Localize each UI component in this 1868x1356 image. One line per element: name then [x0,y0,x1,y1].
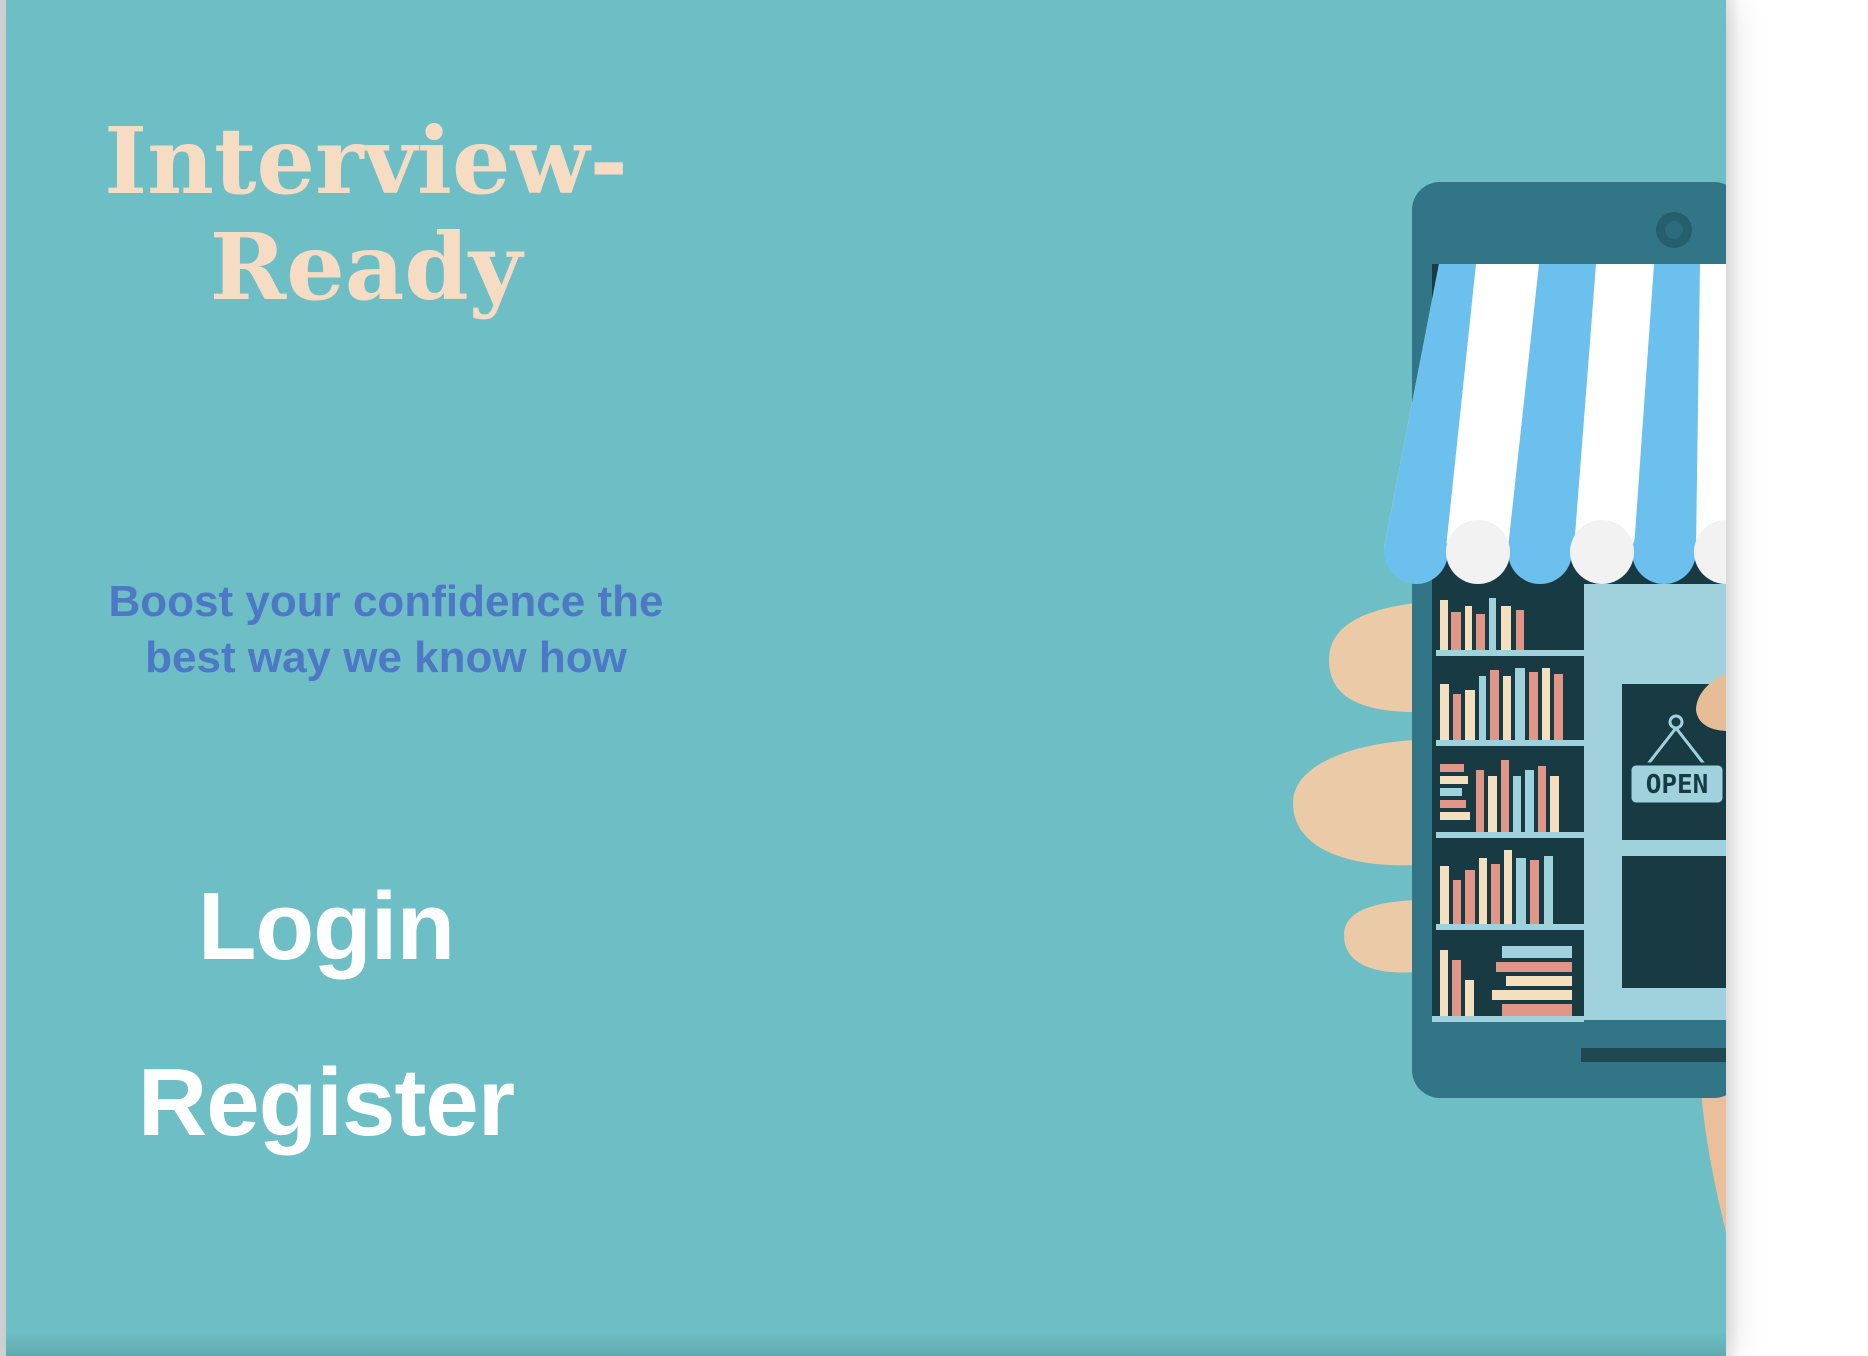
register-link[interactable]: Register [46,1048,606,1158]
fingers [1293,603,1416,973]
phone-home-bar [1581,1048,1726,1062]
awning-icon [1384,264,1726,584]
app-title: Interview- Ready [104,107,628,321]
open-sign-text: OPEN [1646,770,1709,800]
hand-lower [1701,1085,1726,1232]
login-link[interactable]: Login [46,872,606,982]
phone-storefront-illustration: OPEN [1293,182,1726,1240]
shop-window [1622,856,1726,988]
panel-right-shadow [1726,0,1740,1356]
tagline: Boost your confidence the best way we kn… [108,577,664,682]
panel-bottom-shade [6,1332,1726,1356]
bookshelf-icon [1432,584,1584,1022]
landing-panel: Interview- Ready Boost your confidence t… [6,0,1726,1356]
